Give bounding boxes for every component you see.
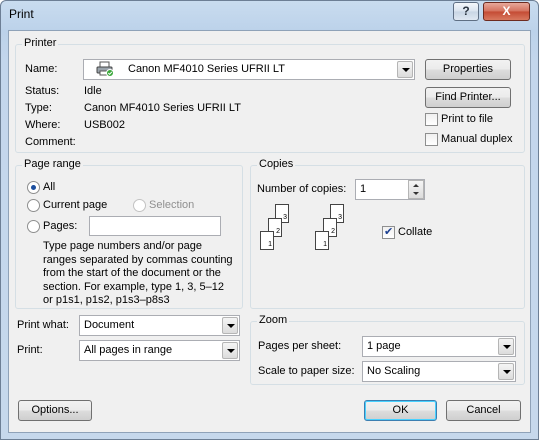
pages-radio[interactable]: [27, 220, 40, 233]
ok-button[interactable]: OK: [364, 400, 437, 421]
all-radio-label[interactable]: All: [43, 181, 55, 193]
zoom-group-label: Zoom: [257, 314, 290, 326]
spin-up-icon[interactable]: [413, 184, 419, 187]
printer-name-value: Canon MF4010 Series UFRII LT: [128, 63, 285, 75]
manual-duplex-label[interactable]: Manual duplex: [441, 133, 513, 145]
scale-to-paper-size-label: Scale to paper size:: [258, 365, 355, 377]
properties-button[interactable]: Properties: [425, 59, 511, 80]
options-button[interactable]: Options...: [18, 400, 92, 421]
number-of-copies-value: 1: [360, 183, 367, 195]
print-dialog-window: Print ? X Printer Name: Canon MF4010 Ser…: [0, 0, 539, 440]
page-1-icon: 1: [260, 231, 274, 250]
selection-radio[interactable]: [133, 199, 146, 212]
help-line: from the start of the document or the: [43, 267, 221, 279]
printer-group-label: Printer: [22, 37, 59, 49]
cancel-button[interactable]: Cancel: [446, 400, 521, 421]
print-label: Print:: [17, 344, 43, 356]
all-radio[interactable]: [27, 181, 40, 194]
selection-radio-label[interactable]: Selection: [149, 199, 194, 211]
help-line: or p1s1, p1s2, p1s3–p8s3: [43, 294, 170, 306]
scale-to-paper-size-select[interactable]: No Scaling: [362, 361, 516, 382]
options-button-label: Options...: [31, 404, 79, 416]
chevron-down-icon[interactable]: [397, 61, 413, 78]
page-range-group-label: Page range: [22, 158, 83, 170]
print-to-file-label[interactable]: Print to file: [441, 113, 493, 125]
copies-spin-button[interactable]: [408, 180, 424, 199]
chevron-down-icon[interactable]: [498, 338, 514, 355]
pages-per-sheet-label: Pages per sheet:: [258, 340, 342, 352]
printer-name-select[interactable]: Canon MF4010 Series UFRII LT: [83, 59, 415, 80]
pages-per-sheet-select[interactable]: 1 page: [362, 336, 516, 357]
type-value: Canon MF4010 Series UFRII LT: [84, 102, 241, 114]
spin-down-icon[interactable]: [413, 192, 419, 195]
chevron-down-icon[interactable]: [498, 363, 514, 380]
help-line: section. For example, type 1, 3, 5–12: [43, 280, 224, 293]
manual-duplex-checkbox[interactable]: [425, 133, 438, 146]
collate-checkbox[interactable]: [382, 225, 395, 239]
current-page-radio[interactable]: [27, 199, 40, 212]
close-button[interactable]: X: [483, 2, 530, 21]
page-1-icon: 1: [315, 231, 329, 250]
print-value: All pages in range: [84, 344, 173, 356]
where-label: Where:: [25, 119, 61, 131]
chevron-down-icon[interactable]: [222, 317, 238, 334]
page-range-help-text: Type page numbers and/or page ranges sep…: [43, 240, 233, 308]
ok-button-label: OK: [392, 404, 409, 416]
help-button[interactable]: ?: [453, 2, 479, 21]
pages-radio-label[interactable]: Pages:: [43, 220, 77, 232]
chevron-down-icon[interactable]: [222, 342, 238, 359]
print-select[interactable]: All pages in range: [79, 340, 240, 361]
pages-per-sheet-value: 1 page: [367, 340, 401, 352]
help-line: Type page numbers and/or page: [43, 240, 203, 252]
help-line: ranges separated by commas counting: [43, 253, 233, 266]
properties-button-label: Properties: [442, 63, 494, 75]
find-printer-button[interactable]: Find Printer...: [425, 87, 511, 108]
type-label: Type:: [25, 102, 52, 114]
find-printer-button-label: Find Printer...: [435, 91, 501, 103]
dialog-client-area: Printer Name: Canon MF4010 Series UFRII …: [8, 30, 531, 433]
print-what-label: Print what:: [17, 319, 69, 331]
cancel-button-label: Cancel: [466, 404, 501, 416]
scale-to-paper-size-value: No Scaling: [367, 365, 421, 377]
current-page-radio-label[interactable]: Current page: [43, 199, 107, 211]
title-bar[interactable]: Print ? X: [1, 1, 538, 27]
pages-input[interactable]: [89, 216, 221, 236]
comment-label: Comment:: [25, 136, 76, 148]
printer-icon: [96, 61, 114, 77]
where-value: USB002: [84, 119, 125, 131]
print-what-value: Document: [84, 319, 135, 331]
status-value: Idle: [84, 85, 102, 97]
copies-group-label: Copies: [257, 158, 296, 170]
number-of-copies-input[interactable]: 1: [355, 179, 425, 200]
collate-label[interactable]: Collate: [398, 226, 432, 238]
name-label: Name:: [25, 63, 58, 75]
window-title: Print: [9, 7, 34, 21]
number-of-copies-label: Number of copies:: [257, 183, 347, 195]
print-to-file-checkbox[interactable]: [425, 113, 438, 126]
print-what-select[interactable]: Document: [79, 315, 240, 336]
status-label: Status:: [25, 85, 60, 97]
